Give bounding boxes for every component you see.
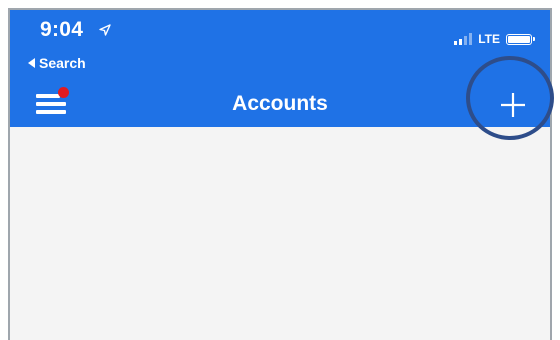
back-search-label: Search <box>39 55 86 71</box>
highlight-circle <box>466 56 554 140</box>
location-arrow-icon <box>99 24 111 36</box>
battery-icon <box>506 33 535 45</box>
back-caret-icon <box>28 58 35 68</box>
status-indicators: LTE <box>454 32 535 46</box>
back-to-search-link[interactable]: Search <box>28 55 86 71</box>
signal-icon <box>454 33 473 45</box>
status-time: 9:04 <box>40 18 84 41</box>
accounts-list-area <box>10 127 550 340</box>
phone-screen: 9:04 Search LTE Accounts <box>8 8 552 340</box>
network-type: LTE <box>478 32 500 46</box>
